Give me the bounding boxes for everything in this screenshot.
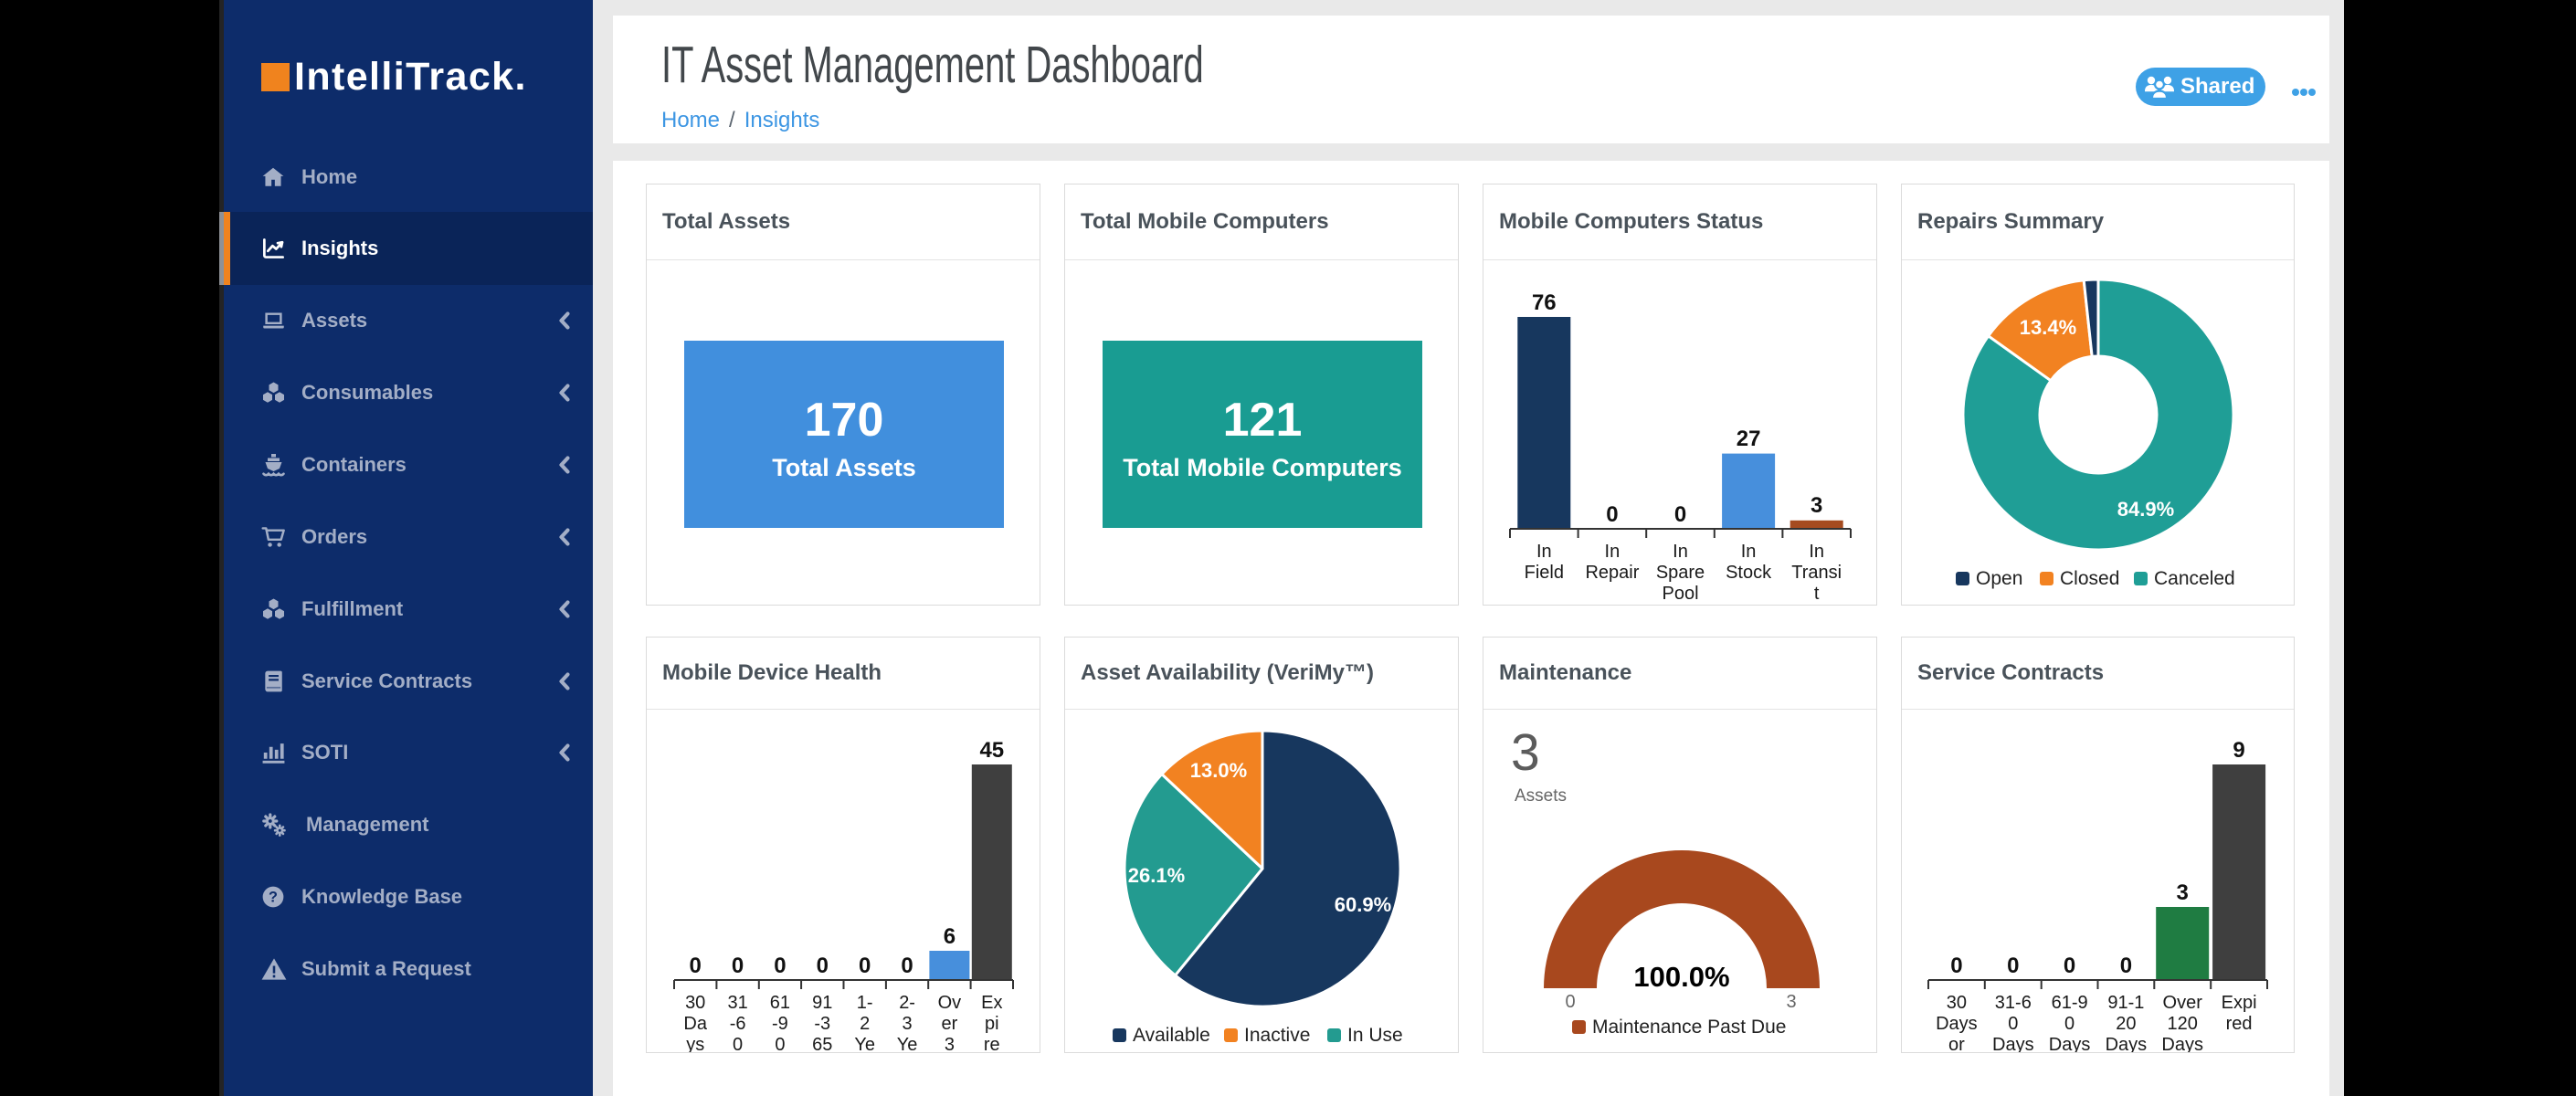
svg-text:-9: -9 — [772, 1014, 788, 1034]
svg-text:3: 3 — [945, 1035, 955, 1052]
svg-text:Days: Days — [2049, 1035, 2091, 1052]
svg-text:76: 76 — [1532, 290, 1557, 315]
svg-text:Repair: Repair — [1585, 563, 1639, 583]
svg-text:6: 6 — [944, 924, 955, 949]
svg-text:0: 0 — [690, 954, 702, 978]
svg-text:Days: Days — [2161, 1035, 2203, 1052]
svg-text:91-1: 91-1 — [2107, 993, 2144, 1013]
svg-text:20: 20 — [2116, 1014, 2136, 1034]
svg-text:In Use: In Use — [1347, 1025, 1403, 1046]
svg-text:Stock: Stock — [1726, 563, 1772, 583]
svg-text:0: 0 — [2007, 954, 2019, 978]
svg-text:In: In — [1741, 542, 1757, 562]
svg-text:2: 2 — [860, 1014, 870, 1034]
svg-text:In: In — [1605, 542, 1621, 562]
svg-text:In: In — [1809, 542, 1824, 562]
svg-text:1-: 1- — [857, 993, 873, 1013]
svg-text:Field: Field — [1525, 563, 1564, 583]
svg-text:0: 0 — [2008, 1014, 2018, 1034]
svg-text:0: 0 — [775, 1035, 785, 1052]
svg-text:30: 30 — [685, 993, 705, 1013]
svg-text:100.0%: 100.0% — [1633, 961, 1729, 993]
svg-text:Available: Available — [1133, 1025, 1210, 1046]
svg-text:pi: pi — [985, 1014, 999, 1034]
svg-text:84.9%: 84.9% — [2117, 498, 2174, 521]
svg-text:0: 0 — [774, 954, 786, 978]
svg-text:91: 91 — [812, 993, 832, 1013]
svg-text:45: 45 — [979, 738, 1004, 763]
svg-text:red: red — [2226, 1014, 2253, 1034]
svg-text:0: 0 — [2120, 954, 2132, 978]
svg-text:0: 0 — [733, 1035, 743, 1052]
svg-text:Da: Da — [683, 1014, 707, 1034]
svg-text:26.1%: 26.1% — [1128, 864, 1185, 887]
svg-text:Days: Days — [1992, 1035, 2034, 1052]
svg-text:Ex: Ex — [981, 993, 1002, 1013]
svg-text:Spare: Spare — [1656, 563, 1705, 583]
svg-text:0: 0 — [817, 954, 829, 978]
svg-text:Days: Days — [1936, 1014, 1978, 1034]
svg-text:0: 0 — [732, 954, 744, 978]
svg-text:2-: 2- — [899, 993, 915, 1013]
svg-text:ys: ys — [686, 1035, 704, 1052]
svg-text:Ye: Ye — [854, 1035, 875, 1052]
svg-text:31: 31 — [727, 993, 747, 1013]
svg-text:t: t — [1814, 584, 1820, 604]
svg-text:3: 3 — [1811, 493, 1822, 518]
svg-text:0: 0 — [859, 954, 871, 978]
svg-text:Transi: Transi — [1791, 563, 1842, 583]
svg-text:-6: -6 — [730, 1014, 746, 1034]
svg-text:Ov: Ov — [938, 993, 962, 1013]
svg-text:61-9: 61-9 — [2052, 993, 2088, 1013]
svg-text:0: 0 — [1606, 502, 1618, 527]
svg-text:3: 3 — [1511, 723, 1540, 782]
svg-text:0: 0 — [2064, 954, 2075, 978]
svg-text:3: 3 — [903, 1014, 913, 1034]
svg-text:65: 65 — [812, 1035, 832, 1052]
svg-text:er: er — [942, 1014, 958, 1034]
svg-text:Over: Over — [2163, 993, 2203, 1013]
svg-text:31-6: 31-6 — [1995, 993, 2032, 1013]
svg-text:Expi: Expi — [2222, 993, 2257, 1013]
svg-text:Days: Days — [2106, 1035, 2148, 1052]
svg-text:60.9%: 60.9% — [1335, 893, 1391, 916]
svg-text:Open: Open — [1976, 568, 2022, 589]
svg-text:0: 0 — [1950, 954, 1962, 978]
svg-text:0: 0 — [2064, 1014, 2075, 1034]
svg-text:61: 61 — [770, 993, 790, 1013]
svg-text:Assets: Assets — [1515, 786, 1567, 806]
svg-text:0: 0 — [1565, 992, 1575, 1012]
svg-text:0: 0 — [901, 954, 913, 978]
svg-text:9: 9 — [2233, 738, 2244, 763]
svg-text:0: 0 — [1674, 502, 1686, 527]
svg-text:30: 30 — [1947, 993, 1967, 1013]
svg-text:-3: -3 — [814, 1014, 830, 1034]
svg-text:In: In — [1536, 542, 1552, 562]
svg-text:13.4%: 13.4% — [2020, 316, 2076, 339]
svg-text:re: re — [984, 1035, 1000, 1052]
svg-text:Inactive: Inactive — [1244, 1025, 1310, 1046]
svg-text:Pool: Pool — [1662, 584, 1698, 604]
svg-text:?: ? — [269, 890, 278, 906]
svg-text:3: 3 — [1786, 992, 1796, 1012]
svg-text:3: 3 — [2177, 880, 2189, 905]
svg-text:27: 27 — [1737, 427, 1761, 451]
svg-text:13.0%: 13.0% — [1190, 759, 1247, 782]
svg-text:Maintenance Past Due: Maintenance Past Due — [1592, 1017, 1786, 1038]
svg-text:Canceled: Canceled — [2154, 568, 2235, 589]
svg-text:Closed: Closed — [2060, 568, 2119, 589]
svg-text:In: In — [1673, 542, 1688, 562]
svg-text:120: 120 — [2168, 1014, 2198, 1034]
svg-text:or: or — [1948, 1035, 1965, 1052]
svg-text:Ye: Ye — [897, 1035, 918, 1052]
